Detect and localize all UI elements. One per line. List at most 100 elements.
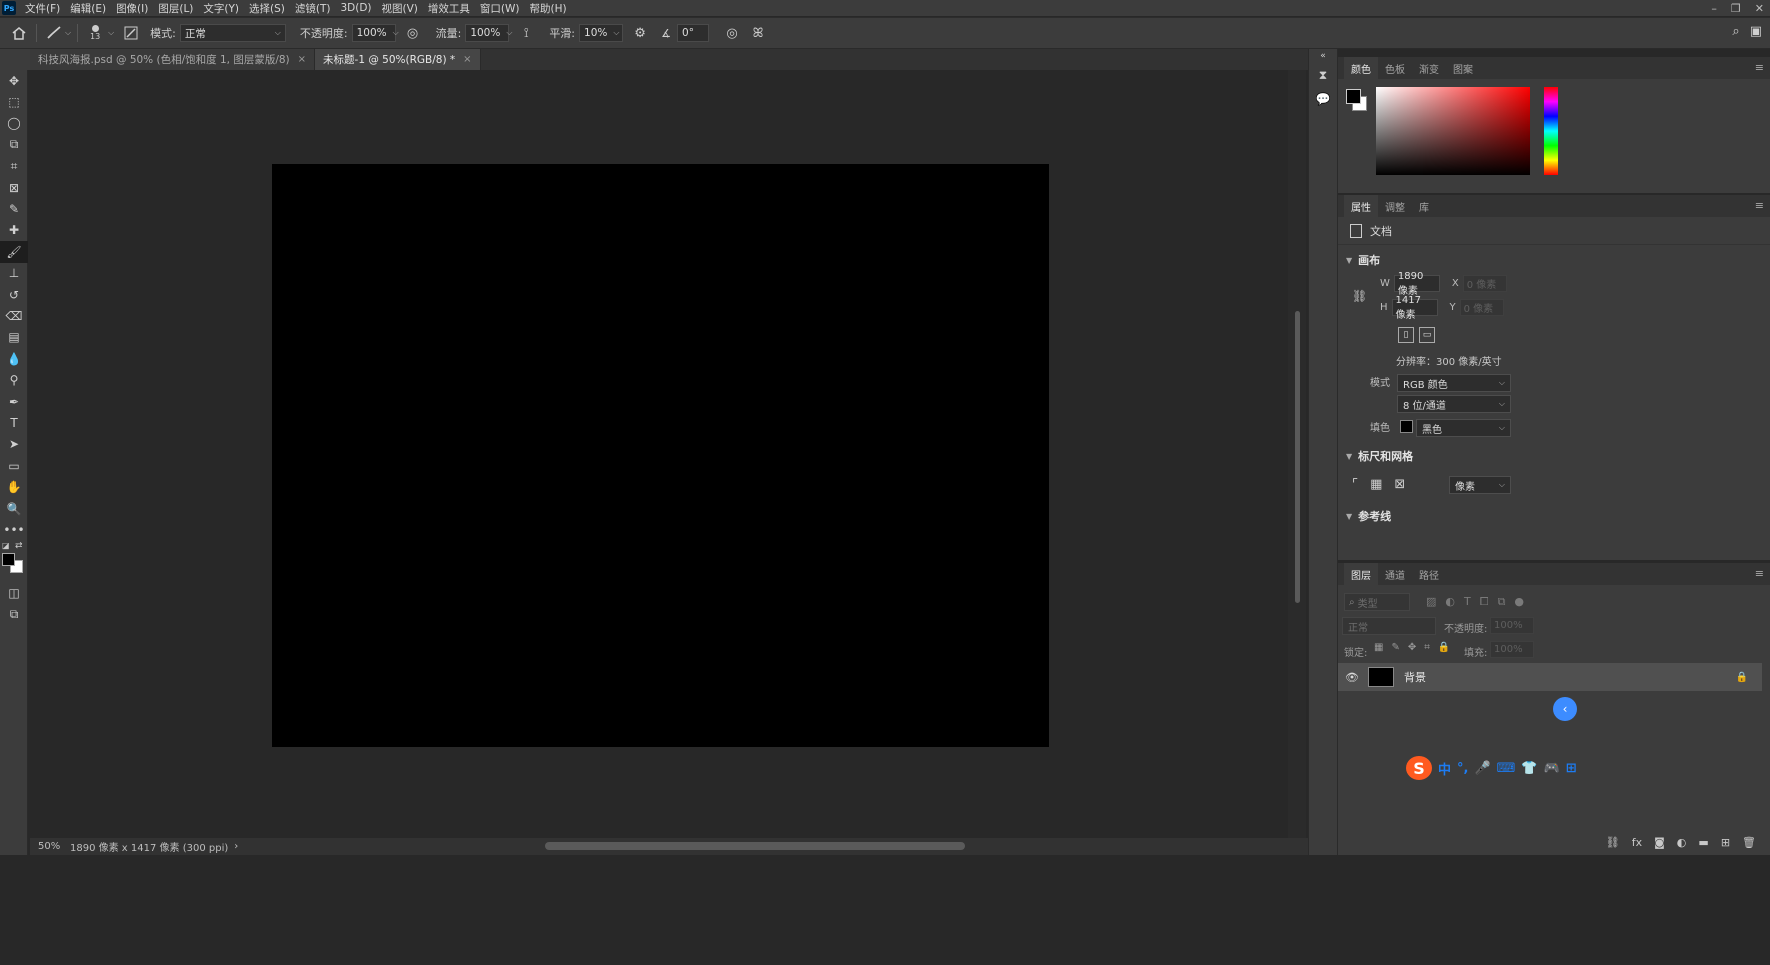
delete-layer-icon[interactable]: 🗑 — [1742, 836, 1756, 849]
link-layers-icon[interactable]: ⛓ — [1606, 836, 1620, 849]
more-tools-icon[interactable]: ••• — [0, 519, 28, 540]
menu-edit[interactable]: 编辑(E) — [65, 1, 111, 16]
lasso-tool-icon[interactable]: ◯ — [0, 113, 28, 134]
lock-transparent-icon[interactable]: ▦ — [1374, 642, 1383, 653]
menu-type[interactable]: 文字(Y) — [198, 1, 244, 16]
menu-help[interactable]: 帮助(H) — [525, 1, 572, 16]
horizontal-scrollbar-thumb[interactable] — [545, 842, 965, 850]
brush-size-picker[interactable]: 13 — [84, 25, 106, 41]
portrait-orientation-icon[interactable]: ▯ — [1398, 327, 1414, 343]
quick-mask-icon[interactable]: ◫ — [0, 583, 28, 604]
vertical-scrollbar-thumb[interactable] — [1295, 311, 1300, 603]
foreground-color-swatch[interactable] — [2, 552, 15, 566]
tab-paths[interactable]: 路径 — [1412, 563, 1446, 585]
tab-layers[interactable]: 图层 — [1344, 563, 1378, 585]
bit-depth-dropdown[interactable]: 8 位/通道 ⌵ — [1397, 395, 1511, 413]
mode-select[interactable]: 正常 ⌵ — [179, 24, 286, 42]
filter-smart-object-icon[interactable]: ⧉ — [1498, 595, 1506, 609]
hand-tool-icon[interactable]: ✋ — [0, 476, 28, 497]
tab-color[interactable]: 颜色 — [1344, 57, 1378, 79]
layer-style-fx-icon[interactable]: fx — [1632, 836, 1642, 849]
tab-poster-document[interactable]: 科技风海报.psd @ 50% (色相/饱和度 1, 图层蒙版/8) × — [30, 49, 316, 70]
airbrush-icon[interactable]: ⟟ — [515, 22, 537, 44]
rulers-grid-section-header[interactable]: ▼ 标尺和网格 — [1338, 445, 1421, 467]
fill-dropdown[interactable]: 黑色 ⌵ — [1416, 419, 1511, 437]
blend-mode-dropdown[interactable]: 正常 — [1342, 617, 1436, 635]
zoom-tool-icon[interactable]: 🔍 — [0, 498, 28, 519]
chevron-down-icon[interactable]: ⌵ — [108, 28, 114, 38]
lock-position-icon[interactable]: ✥ — [1408, 642, 1416, 653]
menu-view[interactable]: 视图(V) — [377, 1, 423, 16]
chevron-down-icon[interactable]: ⌵ — [65, 28, 71, 38]
document-canvas[interactable] — [272, 164, 1049, 747]
panel-foreground-swatch[interactable] — [1346, 89, 1361, 104]
crop-tool-icon[interactable]: ⌗ — [0, 156, 28, 177]
landscape-orientation-icon[interactable]: ▭ — [1419, 327, 1435, 343]
ruler-icon[interactable]: ⌜ — [1352, 477, 1358, 492]
symmetry-butterfly-icon[interactable]: ꕤ — [747, 22, 769, 44]
hue-slider[interactable] — [1544, 87, 1558, 175]
healing-brush-tool-icon[interactable]: ✚ — [0, 220, 28, 241]
clone-stamp-tool-icon[interactable]: ⊥ — [0, 263, 28, 284]
link-dimensions-icon[interactable]: ⛓ — [1352, 289, 1367, 303]
fill-color-swatch[interactable] — [1400, 420, 1413, 433]
vertical-scrollbar[interactable] — [1288, 70, 1306, 838]
floating-assistant-button[interactable]: ‹ — [1553, 697, 1577, 721]
comments-panel-icon[interactable]: 💬 — [1309, 87, 1337, 111]
layer-opacity-input[interactable]: 100% — [1490, 617, 1534, 634]
search-icon[interactable]: ⌕ — [1732, 24, 1739, 39]
move-tool-icon[interactable]: ✥ — [0, 70, 28, 91]
home-icon[interactable] — [8, 22, 30, 44]
color-mode-dropdown[interactable]: RGB 颜色 ⌵ — [1397, 374, 1511, 392]
menu-window[interactable]: 窗口(W) — [475, 1, 525, 16]
eyedropper-tool-icon[interactable]: ✎ — [0, 198, 28, 219]
path-selection-tool-icon[interactable]: ➤ — [0, 434, 28, 455]
units-dropdown[interactable]: 像素 ⌵ — [1449, 476, 1511, 494]
x-input[interactable]: 0 像素 — [1462, 275, 1507, 292]
add-mask-icon[interactable]: ◙ — [1654, 836, 1665, 849]
ime-keyboard-icon[interactable]: ⌨ — [1497, 761, 1516, 776]
filter-toggle-icon[interactable]: ● — [1514, 595, 1524, 609]
lock-all-icon[interactable]: 🔒 — [1438, 642, 1450, 653]
width-input[interactable]: 1890 像素 — [1393, 271, 1440, 297]
history-panel-icon[interactable]: ⧗ — [1309, 63, 1337, 87]
marquee-tool-icon[interactable]: ⬚ — [0, 91, 28, 112]
tab-patterns[interactable]: 图案 — [1446, 57, 1480, 79]
layer-fill-input[interactable]: 100% — [1490, 641, 1534, 658]
menu-select[interactable]: 选择(S) — [244, 1, 290, 16]
smoothing-input[interactable]: 10% ⌵ — [579, 24, 624, 42]
history-brush-tool-icon[interactable]: ↺ — [0, 284, 28, 305]
panel-menu-icon[interactable]: ≡ — [1755, 567, 1764, 580]
tab-adjustments[interactable]: 调整 — [1378, 195, 1412, 217]
brush-tool-preset-icon[interactable] — [43, 22, 65, 44]
height-input[interactable]: 1417 像素 — [1391, 295, 1438, 321]
rectangle-tool-icon[interactable]: ▭ — [0, 455, 28, 476]
color-picker-field[interactable] — [1376, 87, 1530, 175]
gear-icon[interactable]: ⚙ — [629, 22, 651, 44]
brush-settings-panel-icon[interactable] — [120, 22, 142, 44]
panel-menu-icon[interactable]: ≡ — [1755, 199, 1764, 212]
workspace-switcher-icon[interactable]: ▣ — [1750, 24, 1762, 39]
grid-icon[interactable]: ▦ — [1370, 477, 1382, 492]
filter-pixel-icon[interactable]: ▨ — [1426, 595, 1436, 609]
menu-3d[interactable]: 3D(D) — [335, 2, 376, 14]
new-group-icon[interactable]: ▬ — [1698, 836, 1708, 849]
pressure-opacity-icon[interactable]: ◎ — [402, 22, 424, 44]
screen-mode-icon[interactable]: ⧉ — [0, 604, 28, 625]
tab-libraries[interactable]: 库 — [1412, 195, 1436, 217]
menu-plugins[interactable]: 增效工具 — [423, 1, 475, 16]
filter-type-icon[interactable]: T — [1464, 595, 1471, 609]
ime-toolbox-icon[interactable]: ⊞ — [1566, 761, 1577, 776]
panel-menu-icon[interactable]: ≡ — [1755, 61, 1764, 74]
filter-shape-icon[interactable]: ⧠ — [1480, 595, 1489, 609]
close-window-button[interactable]: ✕ — [1755, 2, 1764, 15]
collapse-arrows-icon[interactable]: « — [1309, 49, 1337, 63]
gradient-tool-icon[interactable]: ▤ — [0, 327, 28, 348]
frame-tool-icon[interactable]: ⊠ — [0, 177, 28, 198]
y-input[interactable]: 0 像素 — [1459, 299, 1504, 316]
layer-row-background[interactable]: 👁 背景 🔒 — [1338, 663, 1762, 691]
tab-gradients[interactable]: 渐变 — [1412, 57, 1446, 79]
ime-game-icon[interactable]: 🎮 — [1544, 761, 1560, 776]
restore-button[interactable]: ❐ — [1731, 2, 1741, 15]
lock-image-icon[interactable]: ✎ — [1391, 642, 1399, 653]
